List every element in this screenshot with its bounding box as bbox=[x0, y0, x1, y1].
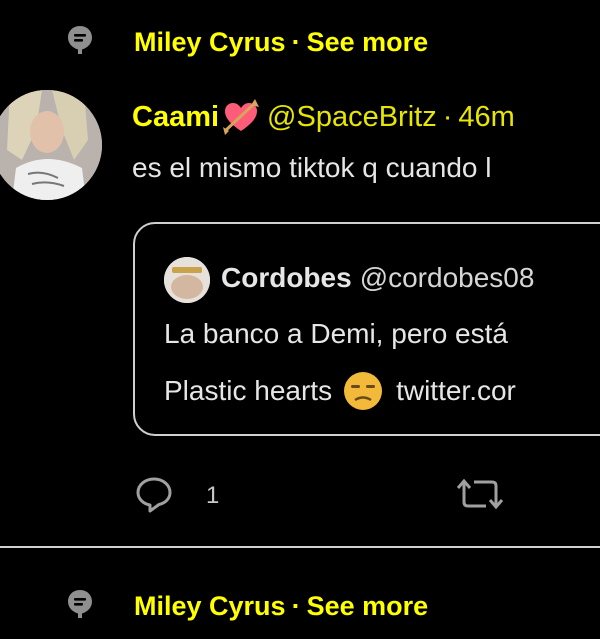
reply-button[interactable] bbox=[134, 474, 174, 514]
quoted-tweet-card[interactable]: Cordobes @cordobes08 La banco a Demi, per… bbox=[133, 222, 600, 436]
topic-name[interactable]: Miley Cyrus bbox=[134, 27, 286, 58]
display-name[interactable]: Caami bbox=[132, 101, 219, 134]
quoted-text-line2: Plastic hearts twitter.cor bbox=[164, 370, 516, 412]
topic-pin-icon bbox=[66, 22, 94, 62]
reply-count: 1 bbox=[206, 482, 220, 509]
retweet-icon bbox=[456, 478, 504, 516]
topic-pin-icon bbox=[66, 586, 94, 626]
timestamp[interactable]: 46m bbox=[458, 101, 514, 134]
user-handle[interactable]: @SpaceBritz bbox=[267, 101, 437, 134]
topic-row[interactable]: Miley Cyrus · See more bbox=[66, 22, 428, 62]
reply-icon bbox=[134, 477, 174, 518]
tweet-divider bbox=[0, 546, 600, 548]
quoted-display-name: Cordobes bbox=[221, 262, 352, 293]
see-more-link[interactable]: See more bbox=[307, 591, 429, 622]
topic-name[interactable]: Miley Cyrus bbox=[134, 591, 286, 622]
heart-with-arrow-emoji-icon bbox=[221, 97, 261, 137]
quoted-handle: @cordobes08 bbox=[359, 262, 535, 293]
timeline: Miley Cyrus · See more Caami @SpaceBritz bbox=[0, 0, 600, 639]
quoted-avatar bbox=[164, 257, 210, 303]
topic-row[interactable]: Miley Cyrus · See more bbox=[66, 586, 428, 626]
retweet-button[interactable] bbox=[456, 476, 504, 512]
quoted-text-start: Plastic hearts bbox=[164, 375, 333, 406]
see-more-link[interactable]: See more bbox=[307, 27, 429, 58]
unamused-face-emoji-icon bbox=[342, 370, 384, 412]
topic-separator: · bbox=[291, 26, 301, 57]
quoted-header: Cordobes @cordobes08 bbox=[221, 262, 534, 294]
separator-dot: · bbox=[442, 100, 453, 133]
tweet-header: Caami @SpaceBritz · 46m bbox=[132, 96, 515, 138]
topic-separator: · bbox=[291, 590, 301, 621]
tweet-text: es el mismo tiktok q cuando l bbox=[132, 152, 492, 183]
quoted-link[interactable]: twitter.cor bbox=[396, 375, 516, 407]
avatar[interactable] bbox=[0, 90, 102, 200]
quoted-text-line1: La banco a Demi, pero está bbox=[164, 318, 508, 349]
